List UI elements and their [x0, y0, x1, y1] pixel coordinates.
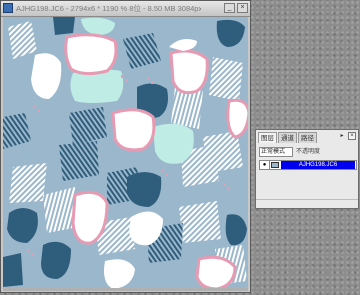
tab-channels[interactable]: 通道: [278, 132, 297, 143]
opacity-label: 不透明度: [296, 149, 321, 155]
pattern-shape: [53, 17, 75, 35]
pattern-shape: [195, 255, 237, 289]
pattern-shape: [179, 201, 221, 243]
app-icon: [3, 3, 13, 13]
pattern-artwork: [3, 17, 248, 289]
pattern-shape: [153, 123, 194, 164]
layer-name[interactable]: AJHG198.JC6: [281, 161, 355, 169]
panel-close-button[interactable]: ×: [348, 132, 356, 140]
minimize-button[interactable]: _: [224, 3, 235, 13]
pattern-shape: [226, 98, 248, 139]
tab-paths[interactable]: 路径: [298, 132, 317, 143]
pattern-shape: [9, 163, 47, 203]
window-title: AJHG198.JC6 - 2794x6 * 1190 % 8位 - 8.50 …: [16, 4, 201, 13]
pattern-shape: [64, 33, 118, 76]
pattern-shape: [59, 141, 99, 181]
title-bar[interactable]: AJHG198.JC6 - 2794x6 * 1190 % 8位 - 8.50 …: [1, 1, 250, 17]
blend-mode-select[interactable]: 正常模式: [259, 147, 293, 157]
pattern-shape: [111, 108, 156, 152]
horizontal-scrollbar[interactable]: [3, 288, 248, 291]
layer-row[interactable]: ● AJHG198.JC6: [259, 160, 357, 170]
pattern-shape: [209, 57, 243, 101]
panel-menu-icon[interactable]: ▸: [338, 132, 346, 140]
tab-layers[interactable]: 图层: [258, 132, 277, 143]
panel-tabs: 图层 通道 路径: [256, 132, 346, 143]
close-button[interactable]: ×: [237, 3, 248, 13]
panel-footer: [256, 199, 358, 208]
pattern-shape: [3, 253, 23, 287]
image-canvas[interactable]: [3, 17, 248, 289]
pattern-shape: [169, 49, 209, 95]
document-window: AJHG198.JC6 - 2794x6 * 1190 % 8位 - 8.50 …: [0, 0, 251, 293]
visibility-eye-icon[interactable]: ●: [260, 161, 270, 169]
layer-thumbnail: [271, 162, 279, 168]
layers-panel: 图层 通道 路径 ▸ × 正常模式 不透明度 ● AJHG198.JC6: [255, 129, 359, 209]
